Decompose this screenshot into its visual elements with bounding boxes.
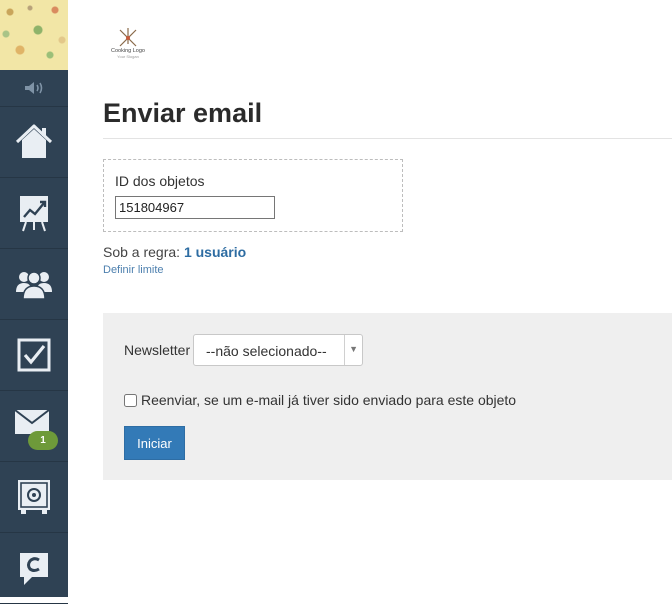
send-panel: Newsletter --não selecionado-- ▼ Reenvia…: [103, 313, 672, 480]
start-button[interactable]: Iniciar: [124, 426, 185, 460]
newsletter-select[interactable]: --não selecionado-- ▼: [193, 334, 363, 366]
sidebar-item-app[interactable]: [0, 533, 68, 604]
chevron-down-icon: ▼: [349, 344, 358, 354]
resend-checkbox[interactable]: [124, 393, 137, 407]
page-title: Enviar email: [103, 98, 263, 128]
rule-users-link[interactable]: 1 usuário: [184, 244, 246, 260]
object-ids-label: ID dos objetos: [115, 173, 205, 189]
users-icon: [16, 271, 52, 300]
home-icon: [15, 124, 53, 158]
resend-option[interactable]: Reenviar, se um e-mail já tiver sido env…: [124, 392, 516, 408]
title-divider: [103, 138, 672, 139]
sidebar-item-reports[interactable]: [0, 178, 68, 249]
speaker-icon: [25, 82, 43, 94]
set-limit-link[interactable]: Definir limite: [103, 264, 164, 276]
object-ids-input[interactable]: [115, 196, 275, 219]
rule-line: Sob a regra: 1 usuário: [103, 244, 246, 260]
sidebar-item-safe[interactable]: [0, 462, 68, 533]
chart-board-icon: [20, 196, 48, 232]
brand-pattern[interactable]: [0, 0, 68, 70]
select-divider: [344, 335, 345, 365]
company-logo: Cooking Logo Your Slogan: [104, 24, 152, 70]
sidebar: 1: [0, 0, 68, 604]
sidebar-item-users[interactable]: [0, 249, 68, 320]
c-logo-icon: [20, 553, 48, 585]
rule-prefix: Sob a regra:: [103, 244, 181, 260]
resend-label: Reenviar, se um e-mail já tiver sido env…: [141, 392, 517, 408]
unread-badge: 1: [28, 431, 58, 450]
sidebar-item-tasks[interactable]: [0, 320, 68, 391]
sidebar-item-mail[interactable]: 1: [0, 391, 68, 462]
sidebar-item-home[interactable]: [0, 107, 68, 178]
checkbox-icon: [17, 338, 51, 372]
newsletter-label: Newsletter: [124, 342, 191, 358]
safe-icon: [18, 480, 50, 514]
sound-toggle[interactable]: [0, 70, 68, 107]
newsletter-selected-value: --não selecionado--: [206, 343, 327, 359]
object-ids-box: ID dos objetos: [103, 159, 403, 232]
svg-text:Your Slogan: Your Slogan: [117, 54, 139, 59]
